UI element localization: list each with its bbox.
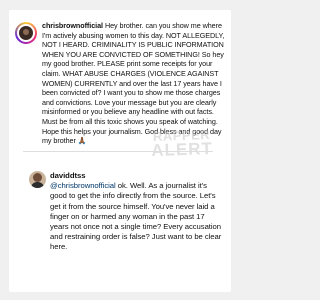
comment-username[interactable]: chrisbrownofficial <box>42 21 103 30</box>
screenshot-card: chrisbrownofficial Hey brother. can you … <box>9 10 231 292</box>
watermark-line-2: ALERT <box>150 138 214 161</box>
rapper-alert-watermark: RAPPER ALERT <box>150 127 214 161</box>
comment-username[interactable]: daviddtss <box>50 171 85 180</box>
chrisbrownofficial-avatar[interactable] <box>15 22 37 44</box>
comment-daviddtss: daviddtss @chrisbrownofficial ok. Well. … <box>50 171 224 253</box>
daviddtss-avatar[interactable] <box>29 171 46 188</box>
comment-text: ok. Well. As a journalist it's good to g… <box>50 181 222 252</box>
mention-link[interactable]: @chrisbrownofficial <box>50 181 116 190</box>
comment-divider <box>23 151 213 152</box>
pray-emoji-icon: 🙏🏾 <box>77 136 87 146</box>
